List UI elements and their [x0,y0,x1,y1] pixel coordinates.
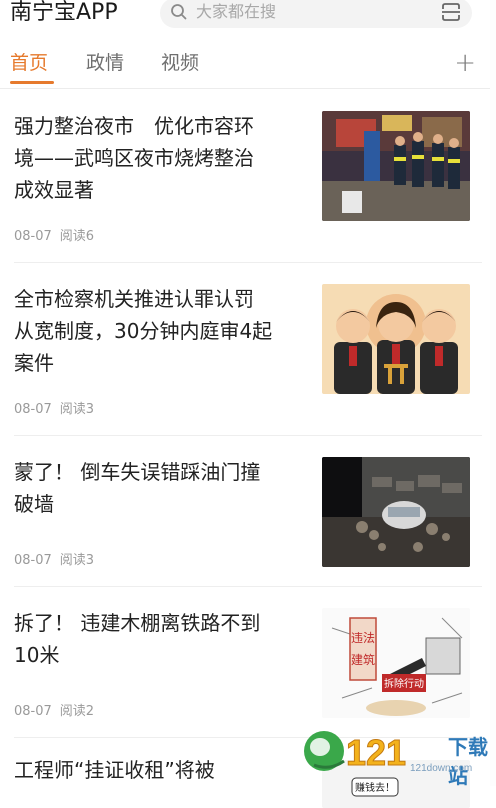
news-date: 08-07 [14,402,52,417]
demolition-tag-bottom: 建筑 [351,652,375,667]
search-placeholder: 大家都在搜 [196,2,277,21]
news-item[interactable]: 强力整治夜市 优化市容环 境——武鸣区夜市烧烤整治 成效显著 08-07 阅读6 [0,90,496,262]
svg-text:121: 121 [346,732,406,773]
app-title: 南宁宝APP [10,0,118,25]
news-title-line: 从宽制度，30分钟内庭审4起 [14,319,273,343]
channel-tabs: 首页 政情 视频 + [0,44,496,86]
news-read-count: 阅读2 [59,704,95,719]
demolition-tag-top: 违法 [351,631,375,645]
news-title-line: 境——武鸣区夜市烧烤整治 [14,146,254,170]
news-meta: 08-07 阅读3 [14,553,94,569]
news-meta: 08-07 阅读3 [14,402,94,418]
watermark-brand: 下载站 [448,737,488,788]
news-thumbnail[interactable] [322,284,470,394]
news-title[interactable]: 工程师“挂证收租”将被 [14,754,304,786]
news-meta: 08-07 阅读2 [14,704,94,720]
watermark-site: 121down.com [410,763,473,774]
news-date: 08-07 [14,229,52,244]
search-bar[interactable]: 大家都在搜 [160,0,472,28]
app-header: 南宁宝APP 大家都在搜 [0,0,496,30]
news-title-line: 破墙 [14,492,54,516]
tab-video[interactable]: 视频 [161,50,199,76]
tab-politics[interactable]: 政情 [86,50,124,76]
right-edge [490,0,496,786]
news-read-count: 阅读3 [59,553,95,568]
scan-icon[interactable] [440,1,462,27]
news-title-line: 全市检察机关推进认罪认罚 [14,287,254,311]
demolition-sign: 拆除行动 [384,677,424,690]
news-title[interactable]: 全市检察机关推进认罪认罚 从宽制度，30分钟内庭审4起 案件 [14,283,304,379]
news-thumbnail[interactable] [322,457,470,567]
add-channel-button[interactable]: + [454,50,476,76]
news-title-line: 工程师“挂证收租”将被 [14,758,215,782]
news-read-count: 阅读3 [59,402,95,417]
news-title[interactable]: 拆了！ 违建木棚离铁路不到 10米 [14,607,304,671]
news-title-line: 案件 [14,351,54,375]
news-title[interactable]: 强力整治夜市 优化市容环 境——武鸣区夜市烧烤整治 成效显著 [14,110,304,206]
news-meta: 08-07 阅读6 [14,229,94,245]
news-thumbnail[interactable] [322,111,470,221]
news-read-count: 阅读6 [59,229,95,244]
search-icon [170,3,188,25]
news-item[interactable]: 蒙了！ 倒车失误错踩油门撞 破墙 08-07 阅读3 [0,436,496,586]
news-date: 08-07 [14,553,52,568]
news-item[interactable]: 拆了！ 违建木棚离铁路不到 10米 08-07 阅读2 违法 建筑 拆除行动 [0,587,496,737]
site-watermark: 121 下载站 121down.com [300,727,490,788]
news-title-line: 强力整治夜市 优化市容环 [14,114,254,138]
news-title[interactable]: 蒙了！ 倒车失误错踩油门撞 破墙 [14,456,304,520]
active-tab-indicator [10,81,54,84]
tab-home[interactable]: 首页 [10,50,48,76]
tabs-divider [0,88,496,89]
news-thumbnail[interactable]: 违法 建筑 拆除行动 [322,608,470,718]
news-title-line: 10米 [14,643,60,667]
news-date: 08-07 [14,704,52,719]
news-title-line: 蒙了！ 倒车失误错踩油门撞 [14,460,261,484]
news-title-line: 成效显著 [14,178,94,202]
news-item[interactable]: 全市检察机关推进认罪认罚 从宽制度，30分钟内庭审4起 案件 08-07 阅读3 [0,263,496,435]
news-title-line: 拆了！ 违建木棚离铁路不到 [14,611,261,635]
